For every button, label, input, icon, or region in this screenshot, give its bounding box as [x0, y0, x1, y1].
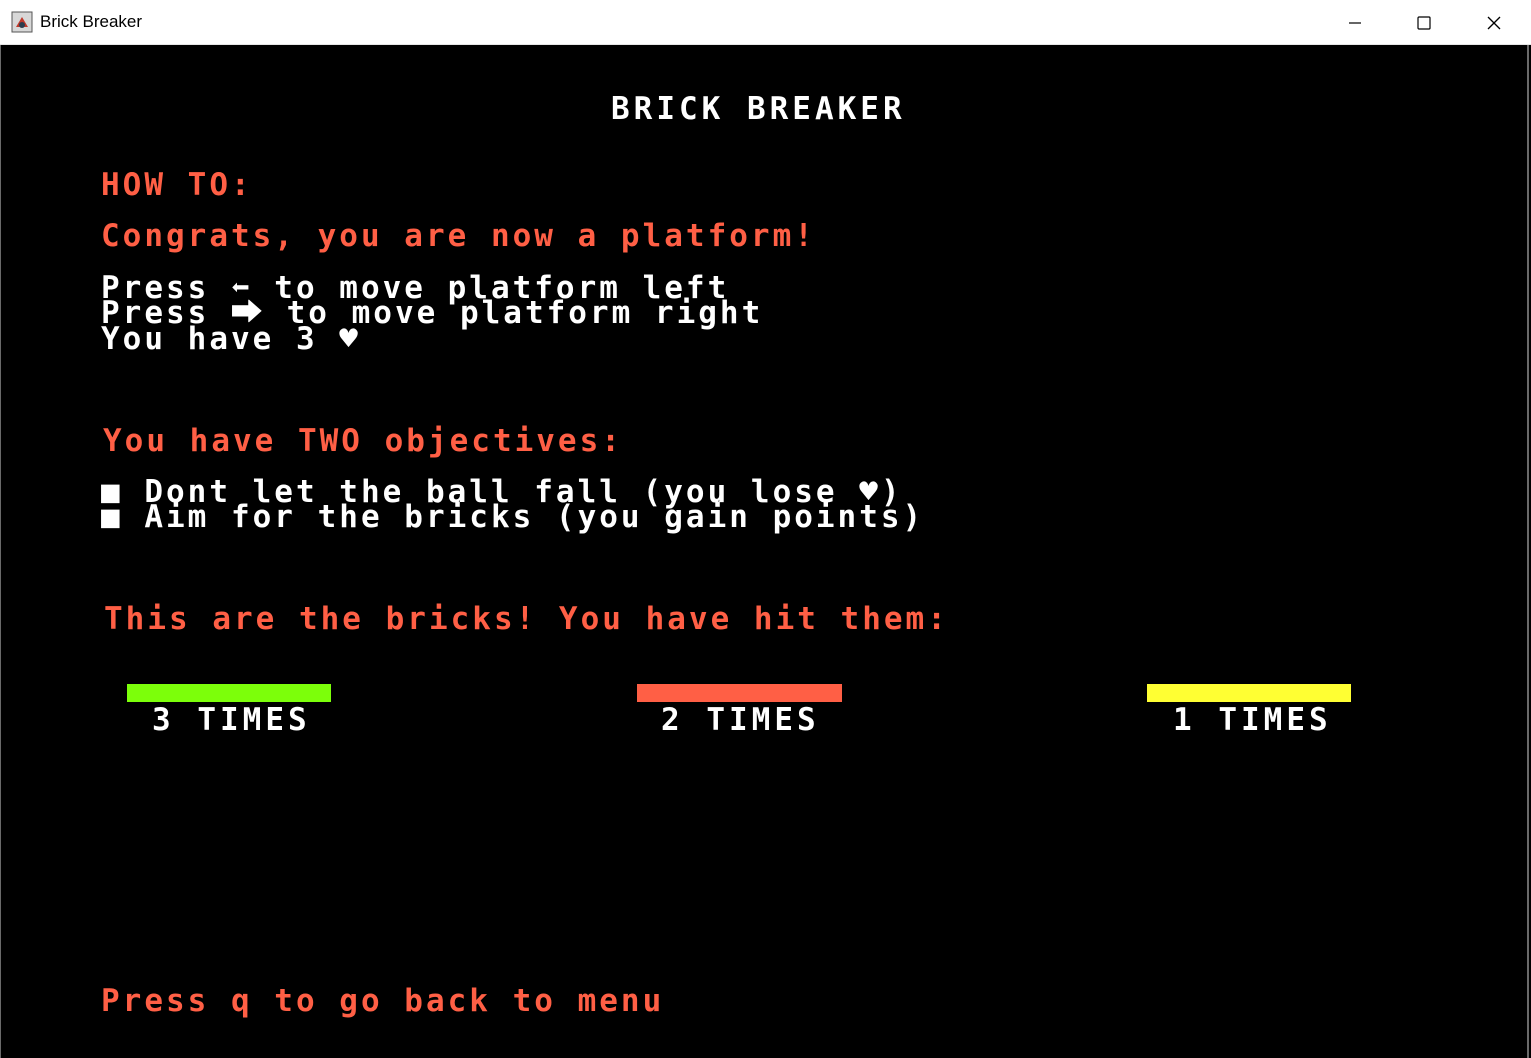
- brick-green: [127, 684, 331, 702]
- brick-red: [637, 684, 842, 702]
- minimize-button[interactable]: [1320, 0, 1390, 45]
- java-app-icon: [11, 11, 33, 33]
- lives-text: You have 3 ♥: [101, 321, 361, 357]
- game-window: Brick Breaker BRICK BREAKER HOW TO: Cong…: [0, 0, 1531, 1058]
- howto-heading: HOW TO:: [101, 167, 253, 203]
- minimize-icon: [1349, 21, 1361, 24]
- brick-hits-label: 1 TIMES: [1173, 702, 1332, 738]
- congrats-text: Congrats, you are now a platform!: [101, 218, 816, 254]
- maximize-icon: [1417, 15, 1431, 30]
- close-icon: [1487, 16, 1501, 29]
- game-title: BRICK BREAKER: [611, 91, 906, 127]
- bricks-heading: This are the bricks! You have hit them:: [104, 601, 949, 637]
- brick-hits-label: 2 TIMES: [661, 702, 820, 738]
- brick-yellow: [1147, 684, 1351, 702]
- objectives-heading: You have TWO objectives:: [103, 423, 623, 459]
- title-bar[interactable]: Brick Breaker: [0, 0, 1531, 45]
- close-button[interactable]: [1459, 0, 1529, 45]
- window-title: Brick Breaker: [40, 12, 143, 31]
- brick-hits-label: 3 TIMES: [152, 702, 311, 738]
- game-canvas[interactable]: BRICK BREAKER HOW TO: Congrats, you are …: [0, 45, 1529, 1058]
- maximize-button[interactable]: [1389, 0, 1459, 45]
- objective-item: ■ Aim for the bricks (you gain points): [101, 499, 925, 535]
- back-to-menu-hint: Press q to go back to menu: [101, 983, 665, 1019]
